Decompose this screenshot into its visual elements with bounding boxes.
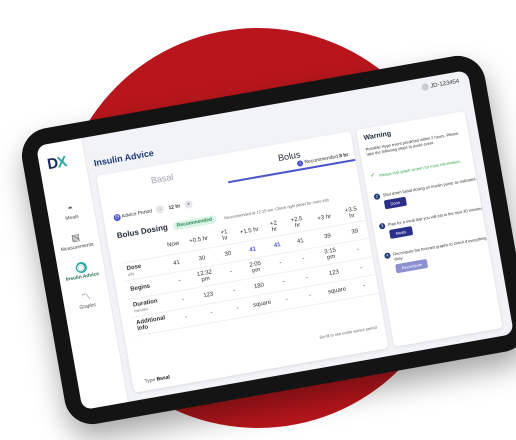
- clock-icon: ◷: [113, 213, 122, 222]
- increase-period-button[interactable]: +: [183, 199, 194, 210]
- sidebar-item-insulin-advice[interactable]: ◉ Insulin Advice: [59, 259, 103, 284]
- table-cell: -: [194, 301, 229, 326]
- step-number: 2: [373, 193, 381, 201]
- warning-step-1: ✓ Please visit graph screen for more inf…: [369, 158, 462, 180]
- advice-period-control: ◷ Advice Period - 12 hr +: [113, 199, 196, 222]
- scroll-hint: Scroll to see entire advice period: [319, 324, 378, 340]
- app-screen: DX ◓ Meals ▤ Measurements ◉ Insulin Advi…: [36, 70, 514, 410]
- advice-period-value: 12 hr: [168, 203, 181, 212]
- step-number: 4: [383, 252, 391, 260]
- table-cell: -: [295, 284, 325, 308]
- tablet-device: DX ◓ Meals ▤ Measurements ◉ Insulin Advi…: [17, 51, 516, 429]
- table-cell: square: [246, 292, 279, 317]
- meal-icon: ◓: [66, 202, 74, 214]
- table-cell: -: [349, 274, 379, 298]
- table-cell: square: [321, 279, 354, 303]
- sidebar-item-meals[interactable]: ◓ Meals: [49, 199, 93, 224]
- graph-icon: 〽: [80, 290, 92, 303]
- check-icon: ✓: [369, 172, 376, 180]
- warning-step-3: 3 Plan for a meal that you will eat in t…: [378, 204, 491, 240]
- warning-step-4: 4 Recompute the forecast graphs to check…: [383, 234, 497, 275]
- meals-button[interactable]: Meals: [389, 226, 413, 239]
- user-menu[interactable]: JD-123454: [420, 78, 460, 92]
- decrease-period-button[interactable]: -: [155, 204, 165, 215]
- done-button[interactable]: Done: [383, 196, 407, 210]
- recompute-button[interactable]: Recompute: [395, 258, 429, 274]
- clipboard-icon: ▤: [70, 231, 81, 244]
- insulin-icon: ◉: [74, 261, 88, 275]
- warning-title: Warning: [363, 130, 392, 142]
- sidebar-item-graphs[interactable]: 〽 Graphs: [64, 288, 108, 313]
- type-line: Type Basal: [144, 374, 171, 385]
- sidebar-item-measurements[interactable]: ▤ Measurements: [54, 229, 98, 254]
- step-number: 3: [378, 222, 386, 230]
- bolus-table: Now +0.5 hr +1 hr +1.5 hr +2 hr +2.5 hr …: [118, 202, 379, 337]
- user-icon: [420, 83, 429, 92]
- logo: DX: [46, 153, 68, 174]
- warning-step-2: 2 Shut down basal dosing on insulin pump…: [373, 175, 486, 211]
- insulin-advice-card: Basal Bolus i Recommended 8 hr ◷ Advice …: [96, 131, 389, 393]
- info-icon: i: [296, 159, 304, 167]
